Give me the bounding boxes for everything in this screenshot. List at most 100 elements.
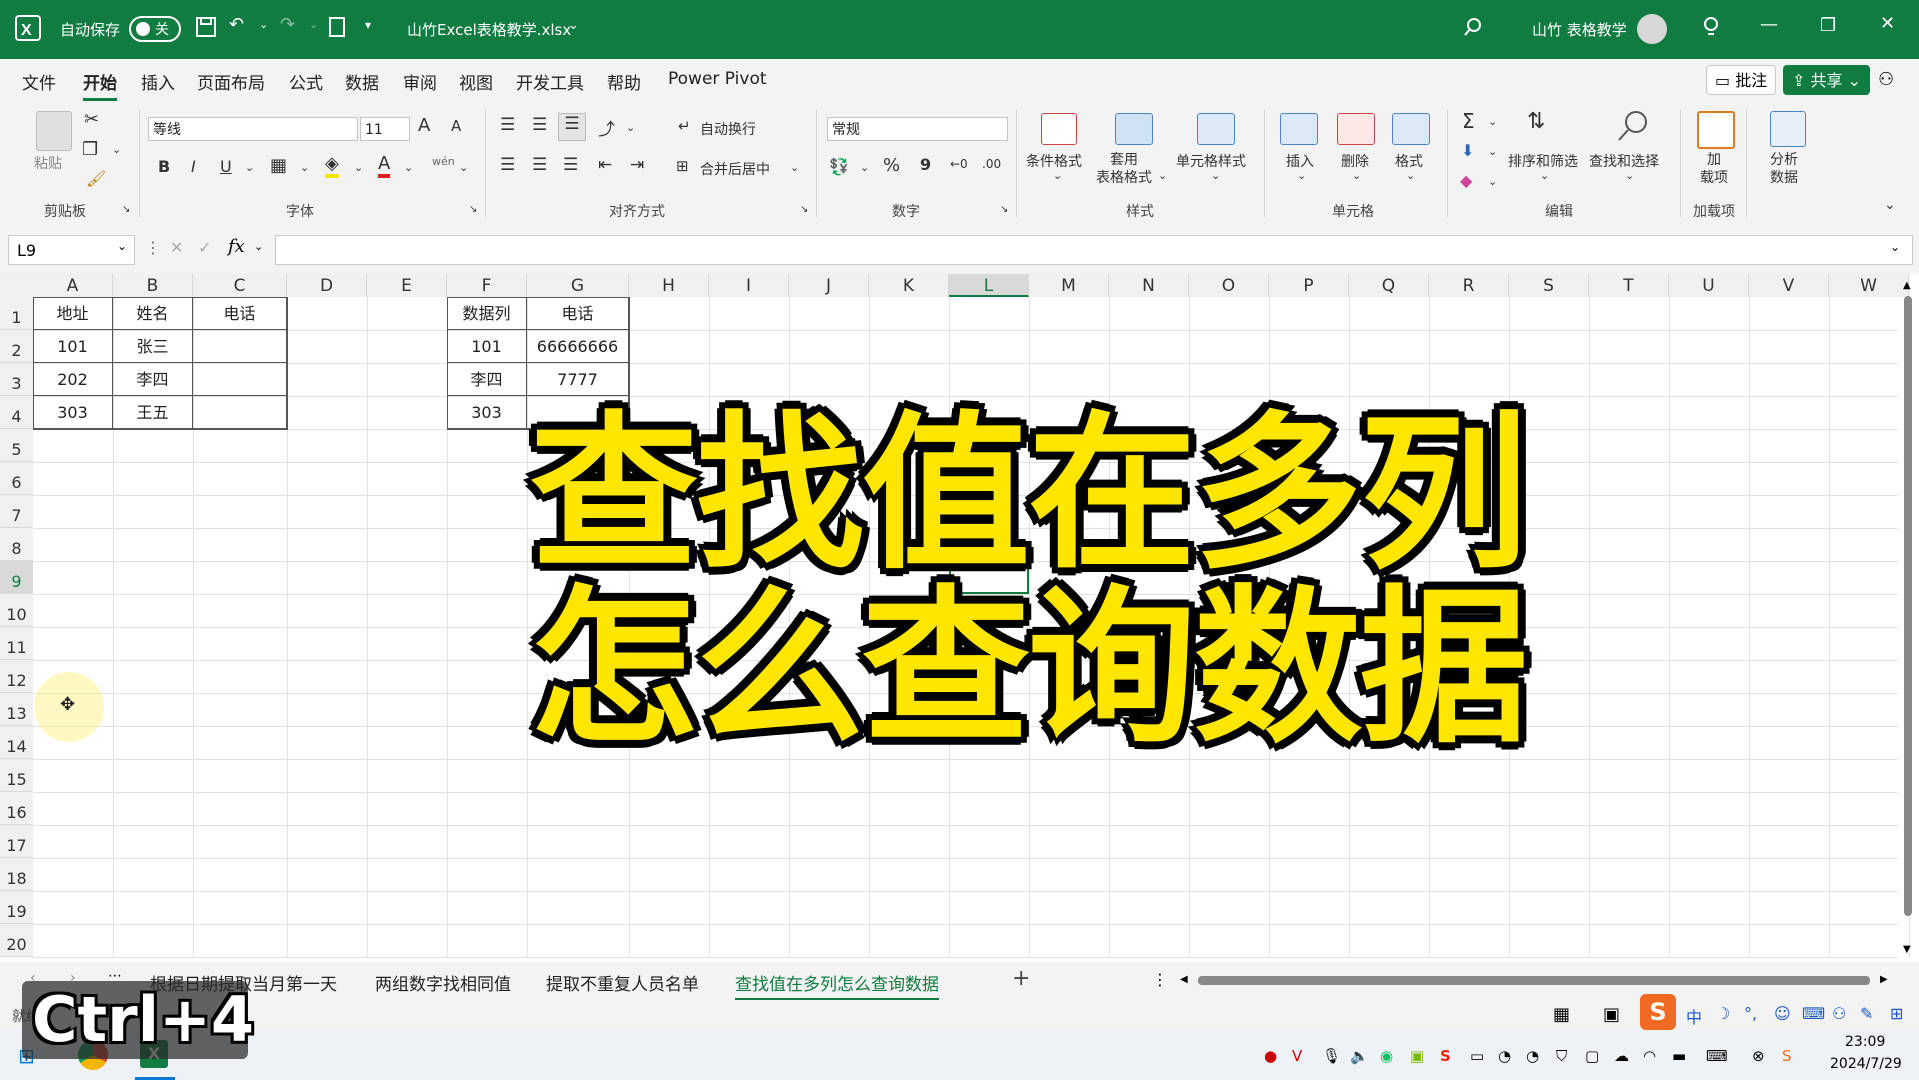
- table2-cell[interactable]: 101: [447, 330, 527, 363]
- row-header[interactable]: 14: [0, 726, 33, 759]
- row-header[interactable]: 9: [0, 561, 33, 594]
- row-header[interactable]: 1: [0, 297, 33, 330]
- search-icon[interactable]: [1462, 16, 1484, 43]
- align-center-icon[interactable]: ☰: [532, 155, 547, 175]
- avatar[interactable]: [1637, 14, 1667, 44]
- keyboard-tray-icon[interactable]: ⌨: [1706, 1047, 1728, 1065]
- mic-icon[interactable]: 🎙: [1322, 1047, 1341, 1065]
- normal-view-icon[interactable]: ▦: [1553, 1004, 1570, 1025]
- table1-header-cell[interactable]: 电话: [193, 297, 287, 330]
- currency-icon[interactable]: 💱: [829, 157, 849, 176]
- table1-cell[interactable]: 101: [33, 330, 113, 363]
- cell-styles-dropdown-icon[interactable]: ⌄: [1211, 169, 1220, 182]
- borders-icon[interactable]: ▦: [270, 155, 287, 176]
- print-preview-icon[interactable]: [327, 16, 349, 43]
- sheet-tab-active[interactable]: 查找值在多列怎么查询数据: [735, 970, 939, 1001]
- user-name[interactable]: 山竹 表格教学: [1532, 19, 1627, 40]
- undo-dropdown-icon[interactable]: ⌄: [259, 18, 268, 31]
- table2-cell[interactable]: 李四: [447, 363, 527, 396]
- wrap-text-button[interactable]: 自动换行: [700, 119, 756, 139]
- align-right-icon[interactable]: ☰: [563, 155, 578, 175]
- comments-button[interactable]: ▭ 批注: [1706, 65, 1777, 95]
- table1-cell[interactable]: [193, 330, 287, 363]
- cell-styles-button[interactable]: 单元格样式: [1176, 151, 1246, 171]
- menu-view[interactable]: 视图: [459, 69, 493, 94]
- font-launcher-icon[interactable]: ↘: [469, 204, 477, 215]
- scroll-up-icon[interactable]: ▲: [1903, 280, 1911, 291]
- addins-button[interactable]: 加 载项: [1700, 151, 1728, 187]
- column-header[interactable]: E: [367, 274, 447, 297]
- menu-home[interactable]: 开始: [83, 69, 117, 101]
- phonetic-icon[interactable]: wén: [432, 155, 455, 168]
- add-sheet-icon[interactable]: +: [1012, 966, 1030, 991]
- fill-dropdown-icon[interactable]: ⌄: [1488, 145, 1497, 158]
- table2-header-cell[interactable]: 电话: [527, 297, 629, 330]
- decrease-indent-icon[interactable]: ⇤: [598, 155, 612, 175]
- row-header[interactable]: 12: [0, 660, 33, 693]
- undo-icon[interactable]: ↶: [229, 14, 244, 35]
- battery-icon[interactable]: ▬: [1672, 1047, 1686, 1065]
- sogou-ime-icon[interactable]: S: [1640, 994, 1676, 1030]
- scroll-down-icon[interactable]: ▼: [1903, 944, 1911, 955]
- delete-cells-button[interactable]: 删除: [1341, 151, 1369, 171]
- copy-icon[interactable]: ❐: [82, 139, 98, 160]
- insert-cells-button[interactable]: 插入: [1286, 151, 1314, 171]
- formula-input[interactable]: [275, 235, 1913, 265]
- expand-formula-icon[interactable]: ⌄: [1890, 240, 1900, 254]
- page-layout-view-icon[interactable]: ▣: [1603, 1004, 1620, 1025]
- row-header[interactable]: 17: [0, 825, 33, 858]
- fx-dropdown-icon[interactable]: ⌄: [254, 240, 263, 253]
- confirm-entry-icon[interactable]: ✓: [198, 238, 211, 257]
- menu-data[interactable]: 数据: [345, 69, 379, 94]
- namebox-dropdown-icon[interactable]: ⌄: [117, 239, 127, 253]
- chat-icon[interactable]: ▭: [1470, 1047, 1484, 1065]
- phonetic-dropdown-icon[interactable]: ⌄: [459, 161, 468, 174]
- wechat-icon[interactable]: ◉: [1380, 1047, 1393, 1065]
- table1-cell[interactable]: [193, 396, 287, 429]
- row-header[interactable]: 10: [0, 594, 33, 627]
- column-header[interactable]: K: [869, 274, 949, 297]
- row-header[interactable]: 5: [0, 429, 33, 462]
- autosum-icon[interactable]: Σ: [1462, 109, 1475, 133]
- redo-dropdown-icon[interactable]: ⌄: [309, 18, 318, 31]
- collapse-ribbon-icon[interactable]: ⌄: [1884, 197, 1896, 213]
- format-table-dropdown-icon[interactable]: ⌄: [1158, 169, 1167, 182]
- paste-label[interactable]: 粘贴: [34, 153, 62, 173]
- record-icon[interactable]: ●: [1264, 1047, 1277, 1065]
- menu-insert[interactable]: 插入: [141, 69, 175, 94]
- column-header[interactable]: L: [949, 274, 1029, 297]
- addins-icon[interactable]: [1697, 111, 1735, 149]
- close-icon[interactable]: ✕: [1880, 13, 1895, 34]
- bold-button[interactable]: B: [158, 157, 170, 176]
- align-bottom-icon[interactable]: ☰: [558, 113, 586, 141]
- sort-dropdown-icon[interactable]: ⌄: [1540, 169, 1549, 182]
- conditional-format-icon[interactable]: [1041, 113, 1077, 145]
- toolbox-icon[interactable]: ⊞: [1890, 1004, 1903, 1023]
- row-header[interactable]: 11: [0, 627, 33, 660]
- sheet-tab-2[interactable]: 两组数字找相同值: [375, 970, 511, 995]
- horizontal-scrollbar-thumb[interactable]: [1198, 976, 1870, 985]
- nvidia-icon[interactable]: ▣: [1410, 1047, 1424, 1065]
- column-header[interactable]: P: [1269, 274, 1349, 297]
- share-button[interactable]: ⇪ 共享 ⌄: [1783, 65, 1871, 95]
- delete-cells-icon[interactable]: [1337, 113, 1375, 145]
- vertical-scrollbar-thumb[interactable]: [1904, 296, 1912, 916]
- column-header[interactable]: C: [193, 274, 287, 297]
- column-header[interactable]: D: [287, 274, 367, 297]
- paste-icon[interactable]: [36, 111, 72, 151]
- row-header[interactable]: 4: [0, 396, 33, 429]
- filename-chevron-icon[interactable]: ⌄: [568, 18, 579, 33]
- sogou-small-icon[interactable]: S: [1782, 1047, 1792, 1065]
- column-header[interactable]: U: [1669, 274, 1749, 297]
- punctuation-icon[interactable]: °,: [1744, 1004, 1757, 1023]
- number-format-select[interactable]: 常规: [827, 117, 1008, 141]
- customize-qat-icon[interactable]: ▾: [365, 18, 371, 32]
- clipboard-launcher-icon[interactable]: ↘: [122, 204, 130, 215]
- tab-options-icon[interactable]: ⋮: [1152, 970, 1168, 989]
- decrease-font-icon[interactable]: A: [451, 117, 461, 135]
- row-header[interactable]: 16: [0, 792, 33, 825]
- redo-icon[interactable]: ↷: [280, 14, 295, 35]
- ime-mode[interactable]: 中: [1686, 1004, 1702, 1028]
- copy-dropdown-icon[interactable]: ⌄: [112, 143, 121, 156]
- merge-center-button[interactable]: 合并后居中: [700, 159, 770, 179]
